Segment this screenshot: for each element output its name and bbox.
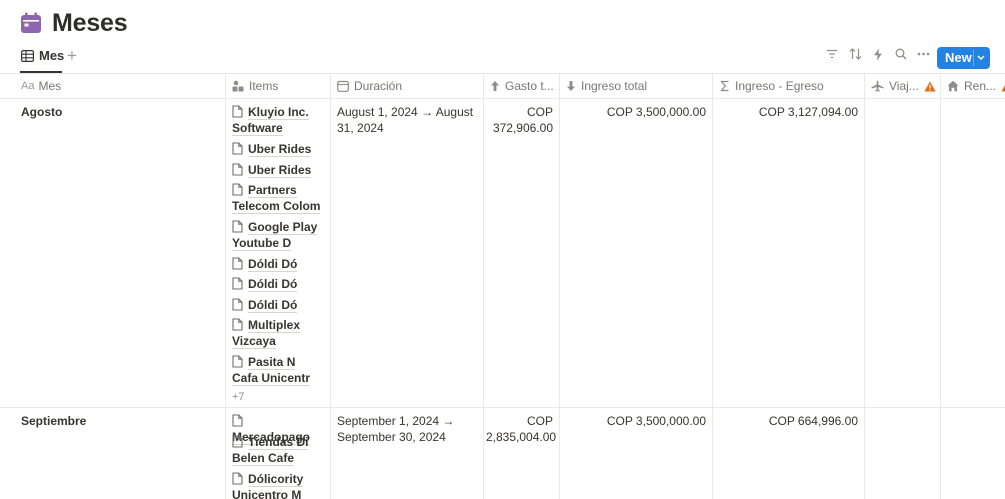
item-label: Pasita N Cafa Unicentr (232, 355, 311, 386)
title-property-icon: Aa (21, 80, 35, 92)
column-header-label: Ingreso total (581, 79, 648, 93)
document-icon (232, 472, 243, 485)
document-icon (232, 163, 243, 176)
more-items-count[interactable]: +7 (232, 391, 245, 403)
month-name[interactable]: Septiembre (21, 413, 86, 429)
item-link[interactable]: Multiplex Vizcaya (232, 317, 324, 349)
column-header-label: Duración (354, 79, 403, 93)
lightning-icon[interactable] (869, 44, 887, 64)
column-divider (483, 74, 484, 499)
column-header-renta[interactable]: Ren... (947, 74, 1005, 98)
airplane-icon (871, 80, 884, 92)
page-header: Meses (20, 6, 128, 40)
diferencia-value[interactable]: COP 664,996.00 (718, 413, 858, 429)
calendar-icon (337, 80, 349, 92)
item-label: Uber Rides (248, 142, 312, 157)
warning-icon (1001, 81, 1005, 92)
document-icon (232, 183, 243, 196)
search-icon[interactable] (892, 44, 910, 64)
tab-mes-label: Mes (39, 48, 65, 63)
arrow-down-icon (566, 80, 576, 92)
ingreso-value[interactable]: COP 3,500,000.00 (566, 104, 706, 120)
warning-icon (924, 81, 936, 92)
column-header-viajes[interactable]: Viaj... (871, 74, 937, 98)
item-link[interactable]: Pasita N Cafa Unicentr (232, 354, 324, 386)
document-icon (232, 318, 243, 331)
column-header-ingreso[interactable]: Ingreso total (566, 74, 708, 98)
document-icon (232, 257, 243, 270)
document-icon (232, 355, 243, 368)
filter-icon[interactable] (823, 44, 841, 64)
column-divider (559, 74, 560, 499)
date-range[interactable]: August 1, 2024 → August 31, 2024 (337, 104, 479, 136)
column-header-label: Ingreso - Egreso (735, 79, 824, 93)
item-link[interactable]: Uber Rides (232, 141, 324, 157)
column-header-gasto[interactable]: Gasto t... (490, 74, 556, 98)
sigma-icon (720, 80, 730, 92)
item-link[interactable]: Dólicority Unicentro M (232, 471, 324, 499)
item-link[interactable]: Uber Rides (232, 162, 324, 178)
document-icon (232, 220, 243, 233)
arrow-up-icon (490, 80, 500, 92)
column-divider (712, 74, 713, 499)
ingreso-value[interactable]: COP 3,500,000.00 (566, 413, 706, 429)
column-header-mes[interactable]: Aa Mes (21, 74, 221, 98)
gasto-value[interactable]: COP 2,835,004.00 (486, 413, 556, 445)
item-link[interactable]: Kluyio Inc. Software (232, 104, 324, 136)
document-icon (232, 105, 243, 118)
new-button-divider (973, 50, 974, 66)
column-header-duracion[interactable]: Duración (337, 74, 479, 98)
relation-icon (232, 80, 244, 92)
column-header-label: Mes (38, 79, 62, 93)
new-button[interactable]: New (937, 47, 990, 69)
column-header-items[interactable]: Items (232, 74, 327, 98)
home-icon (947, 80, 959, 92)
item-label: Google Play Youtube D (232, 220, 318, 251)
column-divider (225, 74, 226, 499)
item-label: Uber Rides (248, 163, 312, 178)
item-link[interactable]: Tiendas Di Belen Cafe (232, 434, 324, 466)
sort-icon[interactable] (846, 44, 864, 64)
tab-mes[interactable]: Mes (21, 48, 64, 63)
item-link[interactable]: Dóldi Dó (232, 297, 324, 313)
item-label: Tiendas Di Belen Cafe (232, 435, 309, 466)
column-header-label: Gasto t... (505, 79, 554, 93)
view-bar: Mes + New (0, 44, 1005, 73)
column-header-label: Viaj... (889, 79, 919, 93)
item-link[interactable]: Dóldi Dó (232, 256, 324, 272)
item-label: Partners Telecom Colom (232, 183, 321, 214)
item-link[interactable]: Dóldi Dó (232, 276, 324, 292)
calendar-icon[interactable] (20, 12, 42, 34)
new-button-label: New (945, 50, 972, 65)
column-header-diferencia[interactable]: Ingreso - Egreso (720, 74, 862, 98)
column-divider (330, 74, 331, 499)
document-icon (232, 298, 243, 311)
diferencia-value[interactable]: COP 3,127,094.00 (718, 104, 858, 120)
column-divider (940, 74, 941, 499)
document-icon (232, 435, 243, 448)
column-header-label: Ren... (964, 79, 997, 93)
more-icon[interactable] (914, 44, 932, 64)
table-icon (21, 49, 34, 62)
chevron-down-icon[interactable] (976, 51, 986, 66)
header-divider (0, 98, 1005, 99)
gasto-value[interactable]: COP 372,906.00 (486, 104, 553, 136)
document-icon (232, 277, 243, 290)
item-link[interactable]: Partners Telecom Colom (232, 182, 324, 214)
column-header-label: Items (249, 79, 279, 93)
item-label: Dóldi Dó (248, 298, 298, 313)
document-icon (232, 414, 243, 427)
document-icon (232, 142, 243, 155)
item-label: Dóldi Dó (248, 257, 298, 272)
item-label: Kluyio Inc. Software (232, 105, 309, 136)
item-link[interactable]: Google Play Youtube D (232, 219, 324, 251)
month-name[interactable]: Agosto (21, 104, 62, 120)
page-title: Meses (52, 8, 128, 37)
row-divider (0, 407, 1005, 408)
add-view-button[interactable]: + (67, 47, 77, 65)
database-table: Aa Mes Items Duración Gasto t... Ingreso… (0, 73, 1005, 499)
date-range[interactable]: September 1, 2024 → September 30, 2024 (337, 413, 479, 445)
item-label: Dóldi Dó (248, 277, 298, 292)
column-divider (864, 74, 865, 499)
